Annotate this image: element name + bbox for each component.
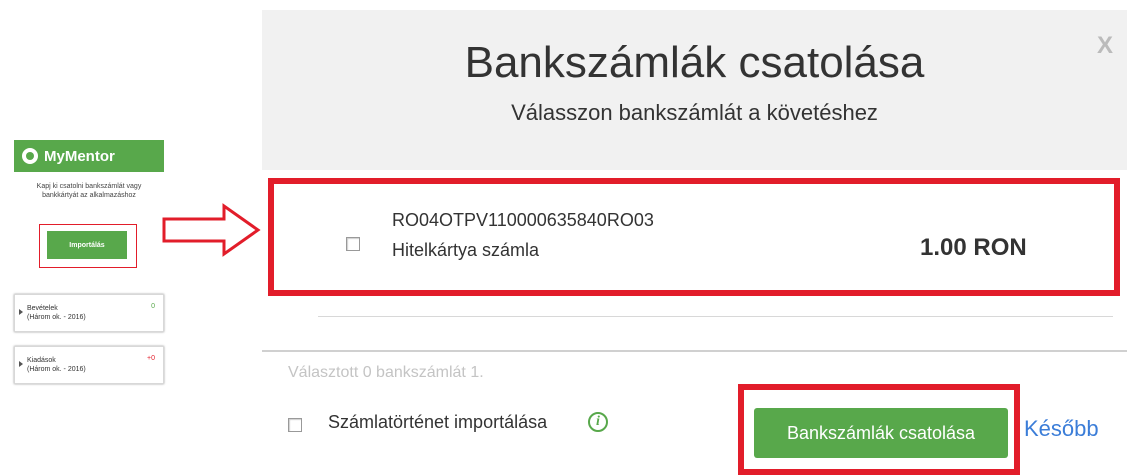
modal-header	[262, 10, 1127, 170]
divider	[318, 316, 1113, 317]
close-icon[interactable]: X	[1097, 32, 1113, 60]
account-balance: 1.00 RON	[920, 234, 1027, 261]
widget-description: Kapj ki csatolni bankszámlát vagy bankká…	[36, 183, 142, 199]
account-checkbox[interactable]	[346, 237, 360, 251]
account-type: Hitelkártya számla	[392, 240, 540, 260]
selected-count-text: Választott 0 bankszámlát 1.	[288, 364, 484, 381]
income-label: Bevételek (Három ok. - 2016)	[27, 305, 86, 321]
expense-value: +0	[147, 355, 155, 362]
mymentor-brand: MyMentor	[44, 147, 115, 165]
later-link[interactable]: Később	[1024, 416, 1099, 442]
import-history-checkbox[interactable]	[288, 418, 302, 432]
pointer-arrow-icon	[162, 203, 261, 257]
footer-divider	[262, 350, 1127, 352]
expand-arrow-icon	[19, 309, 23, 315]
expense-label: Kiadások (Három ok. - 2016)	[27, 357, 86, 373]
link-accounts-modal: Bankszámlák csatolása Válasszon bankszám…	[262, 10, 1127, 475]
widget-income-item[interactable]: Bevételek (Három ok. - 2016) 0	[14, 294, 164, 332]
import-history-label: Számlatörténet importálása	[328, 412, 548, 432]
modal-title: Bankszámlák csatolása	[464, 38, 925, 87]
mymentor-logo-icon	[22, 148, 38, 164]
mymentor-header: MyMentor	[14, 140, 164, 172]
income-value: 0	[151, 303, 155, 310]
link-accounts-button[interactable]: Bankszámlák csatolása	[754, 408, 1008, 458]
account-iban: RO04OTPV110000635840RO03	[392, 210, 654, 230]
modal-subtitle: Válasszon bankszámlát a követéshez	[511, 100, 878, 125]
widget-expense-item[interactable]: Kiadások (Három ok. - 2016) +0	[14, 346, 164, 384]
widget-import-button[interactable]: Importálás	[47, 231, 127, 259]
mymentor-widget: MyMentor Kapj ki csatolni bankszámlát va…	[14, 140, 164, 268]
expand-arrow-icon	[19, 361, 23, 367]
info-icon[interactable]: i	[588, 412, 608, 432]
